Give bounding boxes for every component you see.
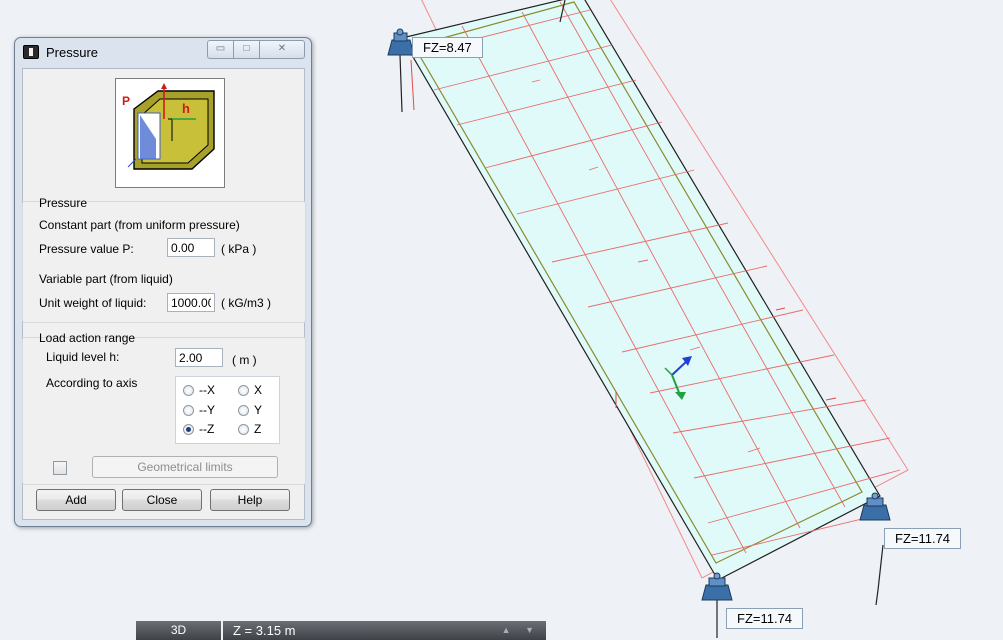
- reaction-label-bottom: FZ=11.74: [726, 608, 804, 629]
- according-to-axis-label: According to axis: [46, 376, 138, 390]
- dialog-titlebar[interactable]: Pressure ▭ □ ✕: [15, 38, 311, 66]
- unit-weight-unit-label: ( kG/m3 ): [221, 296, 271, 310]
- reaction-label-right: FZ=11.74: [884, 528, 962, 549]
- reaction-label-top-left: FZ=8.47: [412, 37, 483, 58]
- liquid-level-input[interactable]: [175, 348, 223, 367]
- pressure-value-input[interactable]: [167, 238, 215, 257]
- axis-radio-z[interactable]: [238, 424, 249, 435]
- liquid-level-unit-label: ( m ): [232, 353, 257, 367]
- diagram-label-p: P: [122, 94, 130, 108]
- wall-panel[interactable]: [401, 0, 881, 581]
- axis-radio-y[interactable]: [238, 405, 249, 416]
- diagram-label-h: h: [182, 101, 190, 116]
- close-window-button[interactable]: ✕: [259, 40, 305, 59]
- add-button[interactable]: Add: [36, 489, 116, 511]
- minimize-button[interactable]: ▭: [207, 40, 234, 59]
- close-button[interactable]: Close: [122, 489, 202, 511]
- window-buttons: ▭ □ ✕: [207, 40, 305, 59]
- axis-label-minus-x: --X: [199, 383, 215, 397]
- maximize-button[interactable]: □: [233, 40, 260, 59]
- axis-radio-minus-x[interactable]: [183, 385, 194, 396]
- axis-radio-x[interactable]: [238, 385, 249, 396]
- axis-label-y: Y: [254, 403, 263, 417]
- support-bottom[interactable]: [701, 572, 733, 601]
- z-level-arrows-icon[interactable]: ▲ ▼: [502, 621, 540, 640]
- z-level-indicator[interactable]: Z = 3.15 m ▲ ▼: [223, 621, 546, 640]
- view-mode-indicator[interactable]: 3D: [136, 621, 221, 640]
- axis-label-x: X: [254, 383, 263, 397]
- help-button[interactable]: Help: [210, 489, 290, 511]
- geometrical-limits-button[interactable]: Geometrical limits: [92, 456, 278, 478]
- axis-radio-minus-z[interactable]: [183, 424, 194, 435]
- variable-part-label: Variable part (from liquid): [39, 272, 173, 286]
- pressure-dialog: Pressure ▭ □ ✕ P h Pressure Constant par…: [14, 37, 312, 527]
- pressure-dialog-icon: [23, 45, 39, 59]
- pressure-diagram-image: P h: [115, 78, 225, 188]
- pressure-unit-label: ( kPa ): [221, 242, 257, 256]
- z-level-value: Z = 3.15 m: [233, 623, 296, 638]
- unit-weight-label: Unit weight of liquid:: [39, 296, 147, 310]
- axis-label-z: Z: [254, 422, 262, 436]
- axis-radio-minus-y[interactable]: [183, 405, 194, 416]
- dialog-title: Pressure: [46, 45, 99, 60]
- axis-label-minus-z: --Z: [199, 422, 215, 436]
- pressure-group-title: Pressure: [39, 196, 88, 210]
- liquid-level-label: Liquid level h:: [46, 350, 120, 364]
- support-top-left[interactable]: [387, 28, 415, 56]
- geometrical-limits-checkbox[interactable]: [53, 461, 67, 475]
- axis-label-minus-y: --Y: [199, 403, 215, 417]
- load-range-group-title: Load action range: [39, 331, 136, 345]
- pressure-value-label: Pressure value P:: [39, 242, 134, 256]
- unit-weight-input[interactable]: [167, 293, 215, 312]
- constant-part-label: Constant part (from uniform pressure): [39, 218, 240, 232]
